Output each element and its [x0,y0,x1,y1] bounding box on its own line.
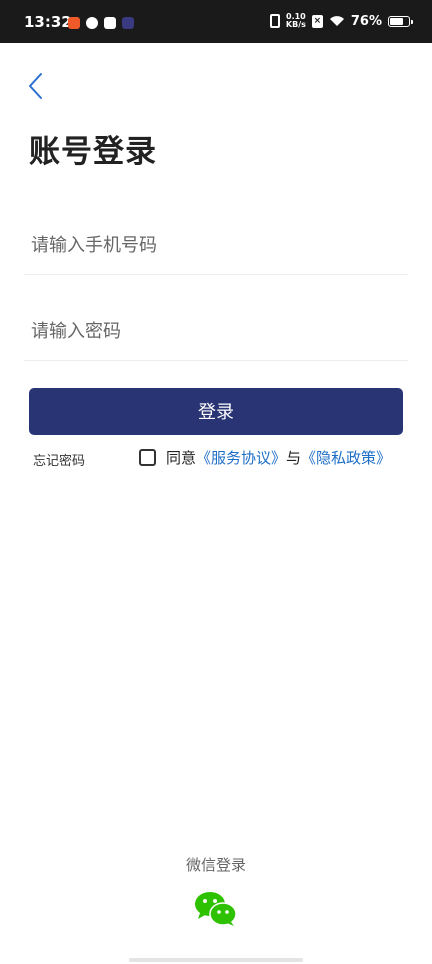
app-notification-icon [68,17,80,29]
play-notification-icon [122,17,134,29]
chevron-left-icon [29,73,42,99]
privacy-policy-link[interactable]: 《隐私政策》 [301,447,391,468]
status-bar: 13:32 0.10 KB/s × 76% [0,0,432,43]
phone-field [24,215,408,275]
password-input[interactable] [29,315,403,347]
back-button[interactable] [22,70,52,102]
network-speed: 0.10 KB/s [286,13,306,29]
wifi-icon [329,15,345,27]
status-indicators: 0.10 KB/s × 76% [269,13,413,29]
wechat-login-label: 微信登录 [185,856,246,874]
agreement-row: 同意 《服务协议》 与 《隐私政策》 [139,447,391,468]
battery-percent: 76% [350,13,382,29]
battery-icon [388,15,413,27]
login-button[interactable]: 登录 [29,388,403,435]
app-notification-icon [86,17,98,29]
mail-notification-icon [104,17,116,29]
vibrate-icon [269,14,280,28]
agreement-prefix: 同意 [166,449,197,467]
status-time: 13:32 [24,13,72,31]
phone-input[interactable] [29,229,403,261]
home-indicator[interactable] [129,958,303,962]
network-speed-unit: KB/s [285,20,306,29]
agreement-checkbox[interactable] [139,449,156,466]
agreement-and: 与 [286,449,302,467]
wechat-login-button[interactable] [194,891,238,927]
password-field [24,301,408,361]
forgot-password-link[interactable]: 忘记密码 [33,450,85,469]
service-agreement-link[interactable]: 《服务协议》 [196,447,286,468]
wechat-icon [195,892,237,926]
page-title: 账号登录 [29,134,157,170]
no-sim-icon: × [311,14,323,28]
